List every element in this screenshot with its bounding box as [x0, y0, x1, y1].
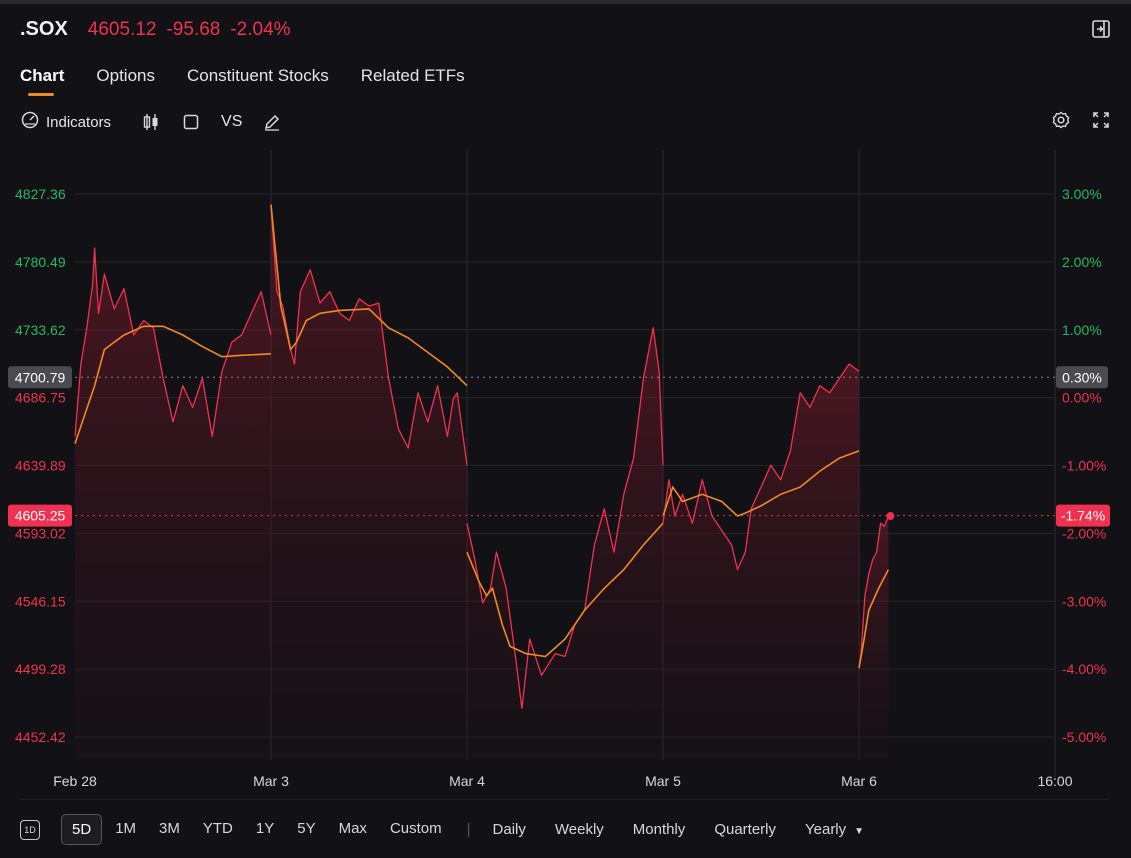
period-monthly-button[interactable]: Monthly: [623, 815, 696, 844]
range-separator: |: [466, 821, 471, 838]
time-range-bar: 1D 5D 1M 3M YTD 1Y 5Y Max Custom | Daily Weekly M…: [20, 814, 883, 845]
y-left-tick-label: 4780.49: [15, 254, 66, 270]
x-tick-label: Mar 3: [253, 773, 289, 789]
range-5y-button[interactable]: 5Y: [287, 814, 325, 845]
prev-close-badge-left: 4700.79: [15, 369, 66, 385]
y-left-tick-label: 4546.15: [15, 593, 66, 609]
prev-close-badge-right: 0.30%: [1062, 369, 1102, 385]
compare-vs-button[interactable]: VS: [221, 110, 242, 134]
y-left-tick-label: 4499.28: [15, 661, 66, 677]
top-border: [0, 0, 1131, 4]
tab-chart[interactable]: Chart: [20, 66, 64, 96]
last-price-badge-right: -1.74%: [1061, 508, 1105, 524]
price-area-4: [859, 516, 889, 759]
gear-icon[interactable]: [1051, 110, 1071, 135]
range-buttons: 5D 1M 3M YTD 1Y 5Y Max Custom: [61, 814, 455, 845]
expand-icon[interactable]: [1091, 110, 1111, 135]
indicators-label: Indicators: [46, 113, 112, 131]
x-tick-label: Mar 5: [645, 773, 681, 789]
tab-bar: Chart Options Constituent Stocks Related…: [20, 66, 465, 96]
tab-related-etfs[interactable]: Related ETFs: [361, 66, 465, 96]
price-area-0: [75, 248, 271, 759]
x-tick-label: Mar 6: [841, 773, 877, 789]
period-quarterly-button[interactable]: Quarterly: [704, 815, 786, 844]
last-price-dot: [886, 512, 895, 521]
one-day-toggle[interactable]: 1D: [20, 819, 40, 840]
collapse-panel-icon[interactable]: [1091, 19, 1111, 39]
y-left-tick-label: 4827.36: [15, 186, 66, 202]
price-chart[interactable]: 4827.36 4780.49 4733.62 4686.75 4639.89 4593.…: [0, 140, 1131, 801]
ticker-symbol: .SOX: [20, 18, 68, 40]
range-ytd-button[interactable]: YTD: [193, 814, 243, 845]
range-custom-button[interactable]: Custom: [380, 814, 452, 845]
y-left-tick-label: 4593.02: [15, 525, 66, 541]
range-5d-button[interactable]: 5D: [61, 814, 103, 845]
period-weekly-button[interactable]: Weekly: [545, 815, 614, 844]
y-right-tick-label: -1.00%: [1062, 458, 1106, 474]
pencil-icon[interactable]: [262, 110, 282, 134]
candlestick-icon[interactable]: [141, 110, 161, 134]
y-left-tick-label: 4733.62: [15, 322, 66, 338]
quote-header: .SOX 4605.12 -95.68 -2.04%: [20, 18, 291, 44]
x-tick-label: Mar 4: [449, 773, 485, 789]
period-buttons: Daily Weekly Monthly Quarterly Yearly ▼: [483, 815, 884, 844]
price-area-1: [271, 204, 467, 759]
y-right-tick-label: -3.00%: [1062, 593, 1106, 609]
x-tick-label: Feb 28: [53, 773, 97, 789]
range-3m-button[interactable]: 3M: [149, 814, 190, 845]
y-right-tick-label: 1.00%: [1062, 322, 1102, 338]
x-tick-label: 16:00: [1037, 773, 1072, 789]
chart-toolbar-right: [1051, 110, 1111, 135]
y-right-tick-label: 0.00%: [1062, 390, 1102, 406]
last-price-badge-left: 4605.25: [15, 508, 66, 524]
price-change-percent: -2.04%: [230, 19, 291, 40]
square-icon[interactable]: [181, 110, 201, 134]
range-max-button[interactable]: Max: [329, 814, 377, 845]
tab-options[interactable]: Options: [96, 66, 155, 96]
last-price: 4605.12: [87, 19, 157, 40]
range-1m-button[interactable]: 1M: [105, 814, 146, 845]
y-right-tick-label: -2.00%: [1062, 525, 1106, 541]
y-left-tick-label: 4452.42: [15, 729, 66, 745]
y-right-tick-label: -4.00%: [1062, 661, 1106, 677]
period-yearly-button[interactable]: Yearly ▼: [795, 815, 874, 844]
tab-constituent-stocks[interactable]: Constituent Stocks: [187, 66, 329, 96]
y-right-tick-label: -5.00%: [1062, 729, 1106, 745]
gauge-icon: [20, 110, 40, 134]
y-left-tick-label: 4639.89: [15, 458, 66, 474]
price-chart-svg[interactable]: 4827.36 4780.49 4733.62 4686.75 4639.89 4593.…: [0, 140, 1131, 801]
y-right-tick-label: 3.00%: [1062, 186, 1102, 202]
y-right-tick-label: 2.00%: [1062, 254, 1102, 270]
price-area-2: [467, 327, 663, 759]
price-area-3: [663, 364, 859, 759]
chart-toolbar: Indicators VS: [20, 110, 282, 134]
period-daily-button[interactable]: Daily: [483, 815, 536, 844]
price-change: -95.68: [166, 19, 221, 40]
indicators-button[interactable]: Indicators: [20, 110, 111, 134]
range-1y-button[interactable]: 1Y: [246, 814, 284, 845]
chevron-down-icon: ▼: [854, 826, 865, 837]
y-left-tick-label: 4686.75: [15, 390, 66, 406]
